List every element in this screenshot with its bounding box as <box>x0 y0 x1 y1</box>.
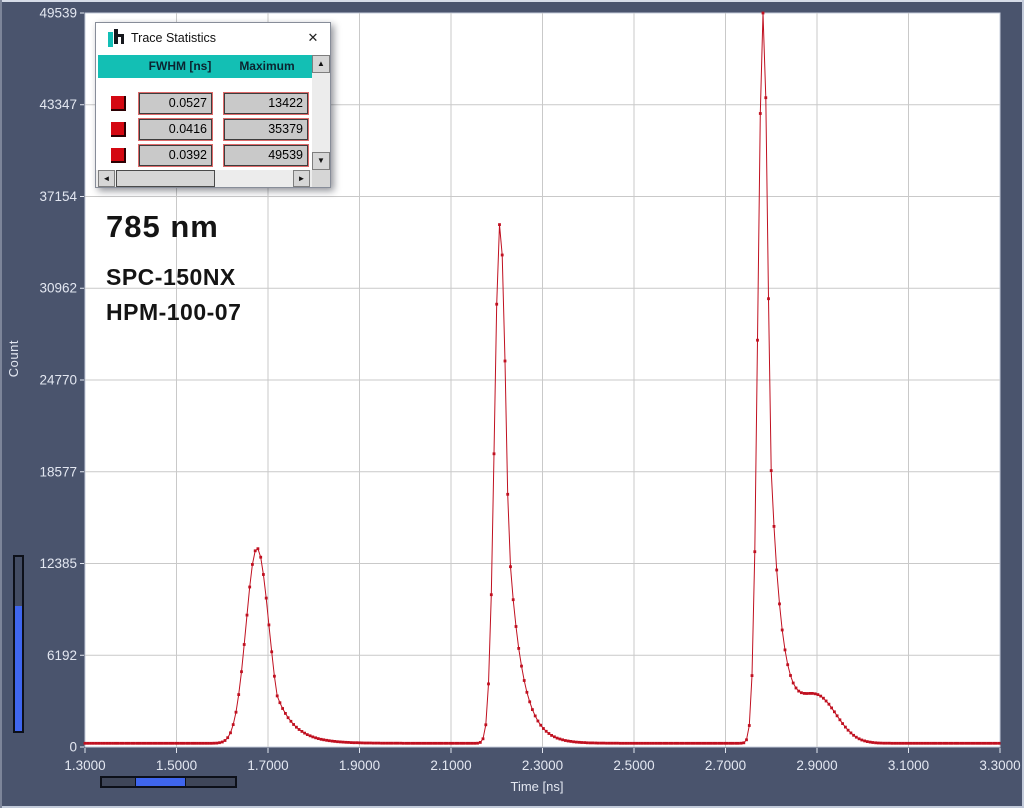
module-annotation: SPC-150NX <box>106 264 236 290</box>
y-axis-title: Count <box>6 340 21 378</box>
fwhm-value: 0.0416 <box>138 118 213 141</box>
x-axis-title: Time [ns] <box>510 779 564 794</box>
detector-annotation: HPM-100-07 <box>106 299 242 325</box>
scroll-right-icon[interactable]: ► <box>293 170 310 187</box>
stats-row: 0.0416 35379 <box>98 118 312 141</box>
maximum-value: 49539 <box>223 144 309 167</box>
maximum-value: 13422 <box>223 92 309 115</box>
svg-text:30962: 30962 <box>39 281 77 296</box>
scroll-left-icon[interactable]: ◄ <box>98 170 115 187</box>
stats-vertical-scrollbar[interactable]: ▲ ▼ <box>312 55 330 170</box>
stats-row: 0.0527 13422 <box>98 92 312 115</box>
fwhm-column-header: FWHM [ns] <box>148 59 212 73</box>
stats-scrollbar-corner <box>312 170 330 187</box>
svg-text:12385: 12385 <box>39 556 77 571</box>
stats-horizontal-scrollbar[interactable]: ◄ ► <box>96 170 312 187</box>
trace-color-marker-icon <box>111 148 126 163</box>
stats-hscroll-thumb[interactable] <box>116 170 215 187</box>
fwhm-value: 0.0392 <box>138 144 213 167</box>
trace-statistics-window: Trace Statistics ✕ FWHM [ns] Maximum 0.0… <box>95 22 331 188</box>
scroll-up-icon[interactable]: ▲ <box>312 55 330 73</box>
svg-text:2.7000: 2.7000 <box>705 758 746 773</box>
stats-column-headers: FWHM [ns] Maximum <box>98 55 312 78</box>
svg-text:2.3000: 2.3000 <box>522 758 563 773</box>
time-pan-slider-thumb[interactable] <box>136 778 186 786</box>
trace-color-marker-icon <box>111 96 126 111</box>
svg-text:3.1000: 3.1000 <box>888 758 929 773</box>
trace-statistics-titlebar[interactable]: Trace Statistics ✕ <box>96 23 330 53</box>
trace-statistics-title: Trace Statistics <box>131 31 216 45</box>
wavelength-annotation: 785 nm <box>106 209 219 244</box>
count-range-slider-fill <box>15 605 22 731</box>
svg-text:43347: 43347 <box>39 97 77 112</box>
svg-text:2.9000: 2.9000 <box>796 758 837 773</box>
svg-text:1.9000: 1.9000 <box>339 758 380 773</box>
scroll-down-icon[interactable]: ▼ <box>312 152 330 170</box>
close-icon[interactable]: ✕ <box>303 28 323 48</box>
svg-text:6192: 6192 <box>47 648 77 663</box>
maximum-column-header: Maximum <box>239 59 295 73</box>
svg-text:2.5000: 2.5000 <box>613 758 654 773</box>
svg-text:1.5000: 1.5000 <box>156 758 197 773</box>
svg-text:37154: 37154 <box>39 189 77 204</box>
svg-text:49539: 49539 <box>39 6 77 21</box>
bh-logo-icon <box>108 29 125 47</box>
time-pan-slider-track-left <box>102 778 136 786</box>
svg-text:0: 0 <box>69 740 77 755</box>
spcm-main-window: 1.3000 1.5000 1.7000 1.9000 2.1000 2.3000 2.50… <box>0 0 1024 808</box>
stats-row: 0.0392 49539 <box>98 144 312 167</box>
svg-text:1.3000: 1.3000 <box>64 758 105 773</box>
svg-text:1.7000: 1.7000 <box>247 758 288 773</box>
count-range-slider[interactable] <box>13 555 24 733</box>
svg-text:24770: 24770 <box>39 372 77 387</box>
svg-text:3.3000: 3.3000 <box>979 758 1020 773</box>
fwhm-value: 0.0527 <box>138 92 213 115</box>
trace-color-marker-icon <box>111 122 126 137</box>
time-pan-slider[interactable] <box>100 776 237 788</box>
svg-text:2.1000: 2.1000 <box>430 758 471 773</box>
svg-text:18577: 18577 <box>39 464 77 479</box>
maximum-value: 35379 <box>223 118 309 141</box>
time-pan-slider-track-right <box>186 778 235 786</box>
